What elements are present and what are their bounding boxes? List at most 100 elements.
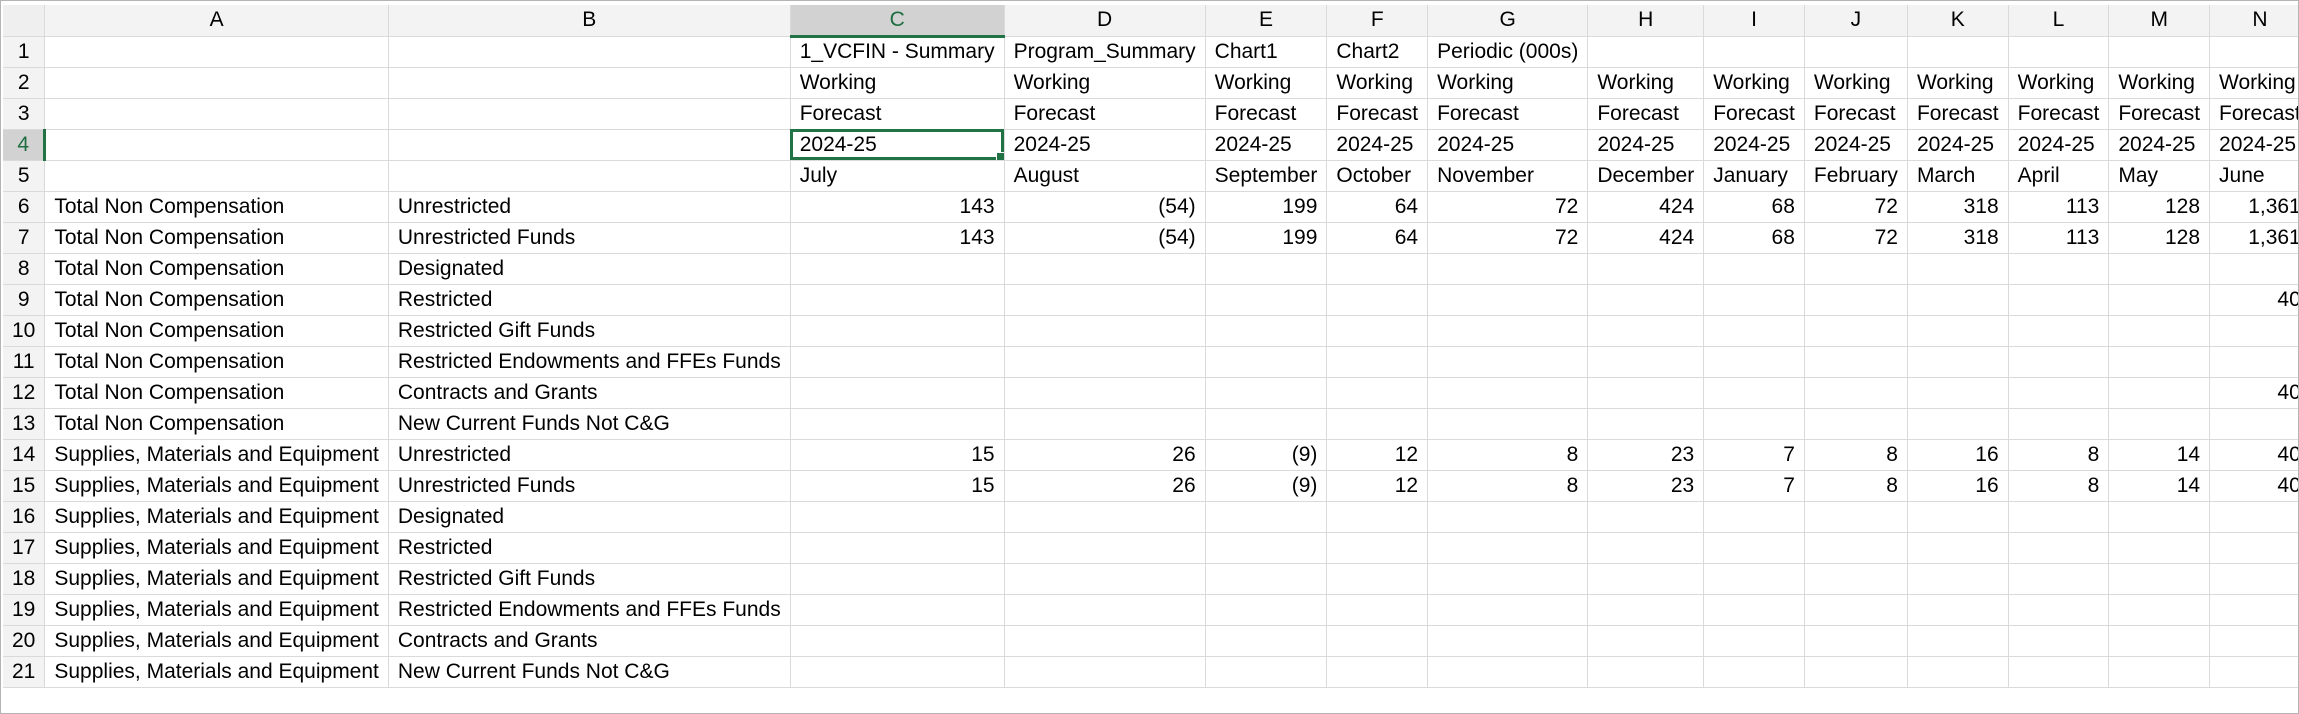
cell-value[interactable]: (9): [1205, 470, 1328, 502]
column-header-f[interactable]: F: [1326, 5, 1429, 37]
cell-value[interactable]: 1,361: [2209, 222, 2298, 254]
cell-value[interactable]: [2008, 408, 2110, 440]
cell-value[interactable]: 16: [1907, 439, 2009, 471]
column-header-i[interactable]: I: [1703, 5, 1805, 37]
cell-value[interactable]: [2209, 253, 2298, 285]
cell[interactable]: Forecast: [1907, 98, 2009, 130]
cell-value[interactable]: [2108, 656, 2211, 688]
cell-fund[interactable]: Unrestricted Funds: [388, 470, 791, 502]
cell[interactable]: 2024-25: [1587, 129, 1705, 161]
cell-value[interactable]: 15: [790, 470, 1005, 502]
cell-value[interactable]: [2209, 594, 2298, 626]
cell[interactable]: Working: [2209, 67, 2298, 99]
cell-category[interactable]: Supplies, Materials and Equipment: [44, 625, 389, 657]
cell-fund[interactable]: Restricted Gift Funds: [388, 315, 791, 347]
column-header-l[interactable]: L: [2008, 5, 2110, 37]
cell-value[interactable]: [2209, 656, 2298, 688]
cell-value[interactable]: [2209, 346, 2298, 378]
cell-value[interactable]: [1205, 253, 1328, 285]
cell-value[interactable]: 8: [1804, 470, 1908, 502]
cell-value[interactable]: [2108, 532, 2211, 564]
cell-value[interactable]: 8: [1427, 439, 1589, 471]
cell[interactable]: Forecast: [2209, 98, 2298, 130]
cell-value[interactable]: [1703, 377, 1805, 409]
cell-value[interactable]: [1587, 656, 1705, 688]
cell-value[interactable]: [1205, 625, 1328, 657]
cell-value[interactable]: [1427, 501, 1589, 533]
cell-fund[interactable]: Unrestricted: [388, 439, 791, 471]
cell-value[interactable]: 12: [1326, 470, 1429, 502]
cell[interactable]: Forecast: [1326, 98, 1429, 130]
cell-value[interactable]: [790, 377, 1005, 409]
cell-value[interactable]: [1907, 315, 2009, 347]
row-header[interactable]: 15: [3, 470, 46, 502]
cell-value[interactable]: 7: [1703, 439, 1805, 471]
cell-value[interactable]: [2008, 563, 2110, 595]
cell-fund[interactable]: Restricted Endowments and FFEs Funds: [388, 594, 791, 626]
cell[interactable]: Working: [1205, 67, 1328, 99]
cell-value[interactable]: [1205, 656, 1328, 688]
row-header[interactable]: 2: [3, 67, 46, 99]
cell-value[interactable]: [1703, 284, 1805, 316]
cell[interactable]: [388, 160, 791, 192]
cell[interactable]: June: [2209, 160, 2298, 192]
cell-value[interactable]: [1427, 377, 1589, 409]
cell-category[interactable]: Supplies, Materials and Equipment: [44, 656, 389, 688]
cell-value[interactable]: [1907, 594, 2009, 626]
cell-value[interactable]: [1427, 563, 1589, 595]
cell-value[interactable]: 8: [2008, 470, 2110, 502]
cell-value[interactable]: [1804, 346, 1908, 378]
cell-value[interactable]: [1326, 594, 1429, 626]
cell-value[interactable]: [1703, 315, 1805, 347]
cell-category[interactable]: Total Non Compensation: [44, 253, 389, 285]
column-header-m[interactable]: M: [2108, 5, 2211, 37]
cell-value[interactable]: 23: [1587, 470, 1705, 502]
cell-value[interactable]: [1907, 284, 2009, 316]
cell[interactable]: Chart2: [1326, 36, 1429, 68]
cell-value[interactable]: [1587, 501, 1705, 533]
cell[interactable]: [388, 67, 791, 99]
cell-value[interactable]: [1587, 563, 1705, 595]
cell-value[interactable]: [2008, 656, 2110, 688]
cell-value[interactable]: [1326, 532, 1429, 564]
cell-value[interactable]: [1205, 563, 1328, 595]
row-header[interactable]: 9: [3, 284, 46, 316]
cell-fund[interactable]: Contracts and Grants: [388, 625, 791, 657]
cell[interactable]: Working: [1907, 67, 2009, 99]
cell-value[interactable]: [790, 315, 1005, 347]
cell[interactable]: November: [1427, 160, 1589, 192]
cell-category[interactable]: Supplies, Materials and Equipment: [44, 532, 389, 564]
cell-value[interactable]: 26: [1004, 439, 1206, 471]
cell-value[interactable]: 8: [1804, 439, 1908, 471]
cell-value[interactable]: [1205, 346, 1328, 378]
cell[interactable]: Working: [1004, 67, 1206, 99]
cell-value[interactable]: [1205, 408, 1328, 440]
cell-value[interactable]: [1703, 408, 1805, 440]
cell-category[interactable]: Supplies, Materials and Equipment: [44, 563, 389, 595]
cell[interactable]: 2024-25: [1004, 129, 1206, 161]
cell-value[interactable]: [1804, 625, 1908, 657]
cell-value[interactable]: [2008, 346, 2110, 378]
cell-value[interactable]: [1326, 408, 1429, 440]
row-header[interactable]: 14: [3, 439, 46, 471]
cell-value[interactable]: [1804, 594, 1908, 626]
cell-value[interactable]: 143: [790, 222, 1005, 254]
cell[interactable]: 1_VCFIN - Summary: [790, 36, 1005, 68]
cell-value[interactable]: [1703, 501, 1805, 533]
cell[interactable]: [1907, 36, 2009, 68]
cell-value[interactable]: 64: [1326, 191, 1429, 223]
column-header-c[interactable]: C: [790, 5, 1005, 38]
cell-value[interactable]: [2209, 501, 2298, 533]
cell-value[interactable]: [1004, 346, 1206, 378]
cell-value[interactable]: [2008, 625, 2110, 657]
cell-fund[interactable]: Restricted: [388, 284, 791, 316]
cell-value[interactable]: 40: [2209, 377, 2298, 409]
cell-value[interactable]: [1004, 377, 1206, 409]
cell-category[interactable]: Total Non Compensation: [44, 346, 389, 378]
row-header[interactable]: 11: [3, 346, 46, 378]
cell[interactable]: Chart1: [1205, 36, 1328, 68]
cell-value[interactable]: [1703, 656, 1805, 688]
row-header[interactable]: 13: [3, 408, 46, 440]
cell-value[interactable]: 424: [1587, 222, 1705, 254]
cell-value[interactable]: [2008, 377, 2110, 409]
